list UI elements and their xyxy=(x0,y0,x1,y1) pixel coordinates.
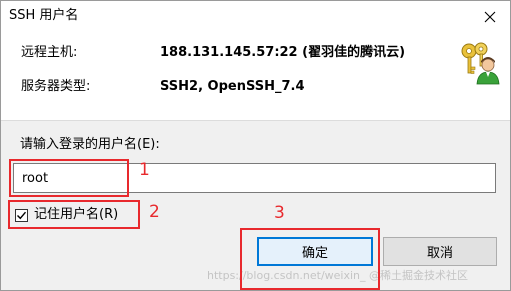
annotation-box-username xyxy=(9,159,129,197)
annotation-box-remember xyxy=(8,200,140,229)
cancel-button[interactable]: 取消 xyxy=(383,237,497,266)
annotation-number-1: 1 xyxy=(139,160,150,180)
close-button[interactable] xyxy=(469,1,510,32)
username-prompt: 请输入登录的用户名(E): xyxy=(20,137,160,152)
ssh-username-dialog: SSH 用户名 远程主机: 188.131.145.57:22 (翟羽佳的腾讯云… xyxy=(0,0,511,291)
title-bar: SSH 用户名 xyxy=(1,1,510,32)
server-type-label: 服务器类型: xyxy=(21,79,91,94)
close-icon xyxy=(484,11,495,22)
connection-info: 远程主机: 188.131.145.57:22 (翟羽佳的腾讯云) 服务器类型:… xyxy=(1,32,510,120)
annotation-number-3: 3 xyxy=(274,203,285,223)
annotation-number-2: 2 xyxy=(149,202,160,222)
host-value: 188.131.145.57:22 (翟羽佳的腾讯云) xyxy=(160,45,406,60)
host-label: 远程主机: xyxy=(21,45,78,60)
server-type-value: SSH2, OpenSSH_7.4 xyxy=(160,79,305,94)
annotation-box-ok xyxy=(240,228,380,290)
window-title: SSH 用户名 xyxy=(9,8,79,23)
keys-user-icon xyxy=(461,42,500,85)
